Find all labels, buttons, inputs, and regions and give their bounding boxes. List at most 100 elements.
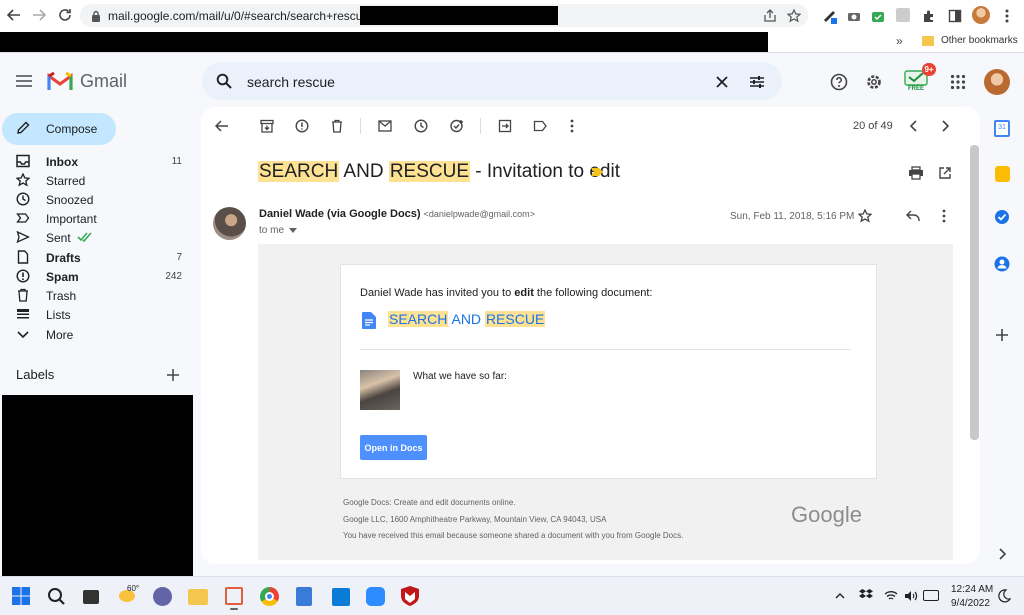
open-new-window-icon[interactable] bbox=[936, 164, 954, 182]
show-side-panel-icon[interactable] bbox=[995, 546, 1009, 562]
sidebar-item-label: Important bbox=[46, 211, 97, 226]
dropbox-icon[interactable] bbox=[859, 589, 873, 601]
bookmark-star-icon[interactable] bbox=[786, 8, 802, 24]
windows-start-icon[interactable] bbox=[12, 587, 30, 605]
keep-app-icon[interactable] bbox=[995, 166, 1010, 182]
gmail-logo-icon[interactable] bbox=[47, 71, 73, 91]
calendar-app-icon[interactable]: 31 bbox=[994, 120, 1010, 137]
personal-message: What we have so far: bbox=[413, 371, 507, 382]
print-icon[interactable] bbox=[907, 164, 925, 182]
snipping-tool-icon[interactable] bbox=[225, 587, 243, 605]
footer-line: You have received this email because som… bbox=[343, 531, 684, 540]
app-name[interactable]: Gmail bbox=[80, 71, 127, 92]
document-link[interactable]: SEARCH AND RESCUE bbox=[388, 311, 546, 327]
archive-icon[interactable] bbox=[258, 117, 276, 135]
hamburger-menu-icon[interactable] bbox=[14, 72, 34, 90]
notification-moon-icon[interactable] bbox=[997, 589, 1011, 603]
sidebar-item-starred[interactable]: Starred bbox=[0, 171, 194, 190]
star-icon bbox=[16, 172, 32, 189]
invite-suffix: the following document: bbox=[533, 287, 653, 299]
other-bookmarks[interactable]: Other bookmarks bbox=[941, 35, 1018, 46]
add-to-tasks-icon[interactable] bbox=[448, 117, 466, 135]
caret-down-icon bbox=[289, 227, 298, 234]
sidebar-item-snoozed[interactable]: Snoozed bbox=[0, 190, 194, 209]
snooze-icon[interactable] bbox=[412, 117, 430, 135]
compose-button[interactable]: Compose bbox=[2, 113, 116, 145]
label-icon[interactable] bbox=[531, 117, 549, 135]
green-extension-icon[interactable] bbox=[870, 8, 886, 24]
profile-avatar[interactable] bbox=[972, 6, 990, 24]
mark-unread-icon[interactable] bbox=[376, 117, 394, 135]
battery-icon[interactable] bbox=[923, 590, 939, 601]
add-label-icon[interactable] bbox=[165, 367, 181, 383]
camera-extension-icon[interactable] bbox=[846, 8, 862, 24]
bookmarks-overflow-button[interactable]: » bbox=[896, 34, 903, 48]
add-app-icon[interactable] bbox=[994, 327, 1010, 343]
sender-avatar[interactable] bbox=[213, 207, 246, 240]
account-avatar[interactable] bbox=[984, 69, 1010, 95]
contacts-app-icon[interactable] bbox=[994, 256, 1010, 272]
url-text[interactable]: mail.google.com/mail/u/0/#search/search+… bbox=[108, 9, 372, 23]
search-icon[interactable] bbox=[215, 72, 233, 90]
delete-icon[interactable] bbox=[328, 117, 346, 135]
clock-date[interactable]: 9/4/2022 bbox=[951, 598, 990, 609]
sidebar-item-sent[interactable]: Sent bbox=[0, 228, 194, 247]
side-panel-icon[interactable] bbox=[947, 8, 963, 24]
reload-icon[interactable] bbox=[57, 7, 73, 23]
reply-icon[interactable] bbox=[905, 208, 921, 224]
chrome-menu-icon[interactable] bbox=[1000, 8, 1014, 24]
important-marker-icon[interactable] bbox=[590, 167, 604, 177]
sidebar-item-lists[interactable]: Lists bbox=[0, 305, 194, 324]
search-options-icon[interactable] bbox=[748, 73, 766, 91]
apps-grid-icon[interactable] bbox=[948, 72, 968, 92]
google-logo: Google bbox=[791, 502, 862, 527]
settings-gear-icon[interactable] bbox=[864, 72, 884, 92]
share-icon[interactable] bbox=[762, 8, 778, 24]
mcafee-icon[interactable] bbox=[401, 586, 419, 606]
zoom-icon[interactable] bbox=[366, 587, 385, 606]
volume-icon[interactable] bbox=[904, 590, 918, 602]
translate-extension-icon[interactable] bbox=[896, 8, 910, 22]
message-more-icon[interactable] bbox=[938, 208, 950, 224]
tasks-app-icon[interactable] bbox=[994, 209, 1010, 225]
more-options-icon[interactable] bbox=[563, 117, 581, 135]
clock-time[interactable]: 12:24 AM bbox=[951, 584, 993, 595]
store-icon[interactable] bbox=[332, 588, 350, 606]
sidebar-item-more[interactable]: More bbox=[0, 325, 194, 344]
tray-overflow-icon[interactable] bbox=[833, 590, 847, 602]
back-arrow-icon[interactable] bbox=[6, 7, 22, 23]
recipient-details[interactable]: to me bbox=[259, 225, 298, 236]
newer-chevron-icon[interactable] bbox=[905, 117, 923, 135]
open-in-docs-button[interactable]: Open in Docs bbox=[360, 435, 427, 460]
extension-pen-icon[interactable] bbox=[822, 8, 838, 24]
help-icon[interactable] bbox=[829, 72, 849, 92]
chrome-taskbar-icon[interactable] bbox=[260, 587, 279, 606]
older-chevron-icon[interactable] bbox=[936, 117, 954, 135]
report-spam-icon[interactable] bbox=[293, 117, 311, 135]
task-view-icon[interactable] bbox=[83, 590, 99, 604]
puzzle-extensions-icon[interactable] bbox=[921, 8, 937, 24]
scrollbar[interactable] bbox=[970, 145, 979, 440]
invite-prefix: Daniel Wade has invited you to bbox=[360, 287, 515, 299]
search-input[interactable]: search rescue bbox=[247, 74, 335, 90]
notepad-icon[interactable] bbox=[296, 587, 312, 606]
sidebar-item-important[interactable]: Important bbox=[0, 209, 194, 228]
clear-search-icon[interactable] bbox=[713, 73, 731, 91]
star-toggle-icon[interactable] bbox=[857, 208, 873, 224]
taskbar-search-icon[interactable] bbox=[47, 587, 65, 605]
move-to-icon[interactable] bbox=[496, 117, 514, 135]
sidebar-item-label: Starred bbox=[46, 173, 86, 188]
file-explorer-icon[interactable] bbox=[188, 589, 208, 605]
sidebar-item-trash[interactable]: Trash bbox=[0, 286, 194, 305]
sidebar-item-spam[interactable]: Spam 242 bbox=[0, 267, 194, 286]
forward-arrow-icon[interactable] bbox=[31, 7, 47, 23]
sender-name[interactable]: Daniel Wade (via Google Docs) bbox=[259, 208, 421, 220]
draft-count: 7 bbox=[176, 252, 182, 263]
sender-line: Daniel Wade (via Google Docs) <danielpwa… bbox=[259, 208, 535, 220]
sidebar-item-drafts[interactable]: Drafts 7 bbox=[0, 248, 194, 267]
wifi-icon[interactable] bbox=[884, 590, 898, 602]
teams-icon[interactable] bbox=[153, 587, 172, 606]
sidebar-item-inbox[interactable]: Inbox 11 bbox=[0, 152, 194, 171]
back-to-search-icon[interactable] bbox=[213, 117, 231, 135]
list-icon bbox=[16, 307, 32, 323]
